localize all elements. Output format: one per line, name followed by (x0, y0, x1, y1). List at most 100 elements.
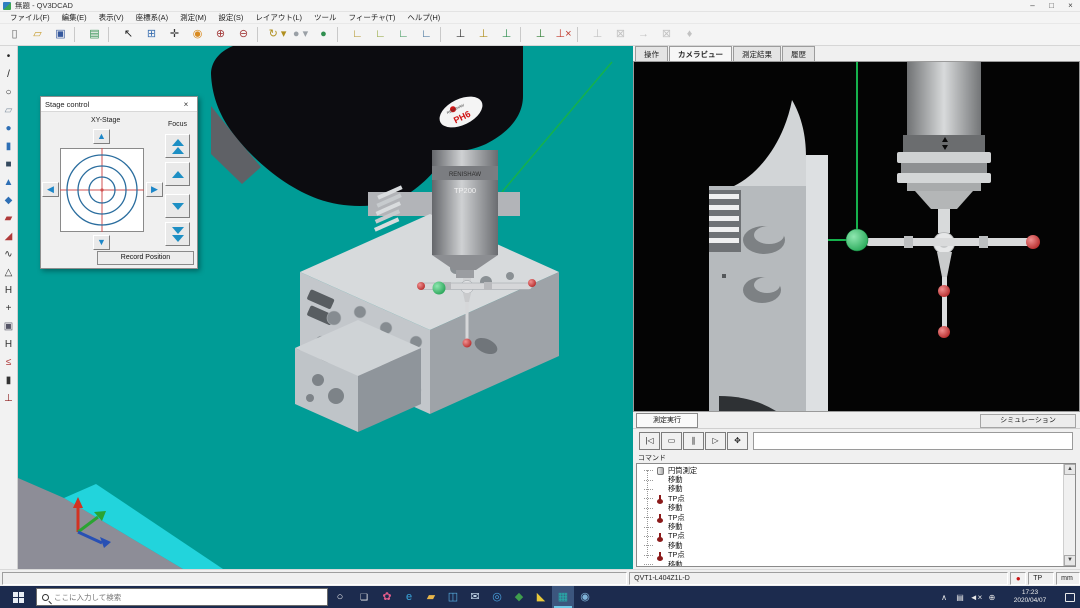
plane-pair-tool-icon[interactable]: ▰ (1, 210, 17, 228)
select-cursor-icon[interactable]: ↖ (117, 25, 140, 44)
solid-view-icon[interactable]: ● (312, 25, 335, 44)
cortana-icon[interactable]: ○ (328, 586, 352, 608)
probe-touch-icon[interactable]: ⊥ (495, 25, 518, 44)
play-button[interactable]: ▷ (705, 432, 726, 450)
triangle-tool-icon[interactable]: △ (1, 264, 17, 282)
menu-item[interactable]: 編集(E) (56, 12, 93, 24)
stage-up-button[interactable]: ▲ (93, 129, 110, 144)
cone-tool-icon[interactable]: ▲ (1, 174, 17, 192)
probe-move-icon[interactable]: ⊥ (529, 25, 552, 44)
swirl-app-icon[interactable]: ◉ (574, 586, 596, 608)
circle-tool-icon[interactable]: ○ (1, 84, 17, 102)
tray-network-icon[interactable]: ⊕ (984, 593, 1000, 602)
save-icon[interactable]: ▣ (49, 25, 72, 44)
curve-tool-icon[interactable]: ∿ (1, 246, 17, 264)
grid-off-icon[interactable]: ⊠ (655, 25, 678, 44)
separator[interactable] (337, 27, 344, 42)
menu-item[interactable]: フィーチャ(T) (343, 12, 402, 24)
scroll-up-icon[interactable]: ▲ (1064, 464, 1076, 475)
scroll-down-icon[interactable]: ▼ (1064, 555, 1076, 566)
go-start-button[interactable]: |◁ (639, 432, 660, 450)
report-icon[interactable]: ▤ (83, 25, 106, 44)
axis-view-3-icon[interactable]: ∟ (392, 25, 415, 44)
dialog-close-icon[interactable]: × (179, 100, 193, 109)
command-tree[interactable]: 円筒測定 移動 移動 (636, 463, 1076, 567)
stage-right-button[interactable]: ▶ (146, 182, 163, 197)
file-explorer-icon[interactable]: ▰ (420, 586, 442, 608)
menu-item[interactable]: 測定(M) (174, 12, 212, 24)
menu-item[interactable]: 座標系(A) (130, 12, 175, 24)
width-dim-tool-icon[interactable]: H (1, 336, 17, 354)
tree-item[interactable]: 円筒測定 (640, 466, 1061, 475)
photos-app-icon[interactable]: ✿ (376, 586, 398, 608)
cross-tool-icon[interactable]: + (1, 300, 17, 318)
tree-item[interactable]: 移動 (640, 475, 1061, 484)
plane-tool-icon[interactable]: ▱ (1, 102, 17, 120)
rotate-view-icon[interactable]: ↻ ▾ (266, 25, 289, 44)
tile-windows-icon[interactable]: ⊞ (140, 25, 163, 44)
stage-down-button[interactable]: ▼ (93, 235, 110, 250)
probe-icon[interactable]: ⊥ (449, 25, 472, 44)
menu-item[interactable]: ファイル(F) (4, 12, 56, 24)
stage-left-button[interactable]: ◀ (42, 182, 59, 197)
separator[interactable] (257, 27, 264, 42)
compare-tool-icon[interactable]: ≤ (1, 354, 17, 372)
tree-item[interactable]: 移動 (640, 485, 1061, 494)
jog-button[interactable]: ✥ (727, 432, 748, 450)
tab-operation[interactable]: 操作 (635, 46, 668, 61)
probe-locate-icon[interactable]: ⊥ (586, 25, 609, 44)
cancel-box-icon[interactable]: ⊠ (609, 25, 632, 44)
tree-item[interactable]: TP点 (640, 532, 1061, 541)
probe-config-icon[interactable]: ⊥ (472, 25, 495, 44)
taskbar-clock[interactable]: 17:23 2020/04/07 (1004, 589, 1056, 605)
point-tool-icon[interactable]: • (1, 48, 17, 66)
tree-item[interactable]: TP点 (640, 494, 1061, 503)
search-input[interactable] (54, 593, 284, 602)
close-button[interactable]: × (1061, 0, 1080, 12)
tree-item[interactable]: 移動 (640, 504, 1061, 513)
menu-item[interactable]: ツール (308, 12, 343, 24)
tray-chevron-icon[interactable]: ∧ (936, 593, 952, 602)
start-button[interactable] (0, 586, 36, 608)
focus-up-button[interactable] (165, 162, 190, 186)
battery-tool-icon[interactable]: ▮ (1, 372, 17, 390)
axis-view-1-icon[interactable]: ∟ (346, 25, 369, 44)
tree-item[interactable]: TP点 (640, 551, 1061, 560)
box-tool-icon[interactable]: ■ (1, 156, 17, 174)
tab-camera-view[interactable]: カメラビュー (669, 46, 732, 61)
separator[interactable] (74, 27, 81, 42)
task-view-icon[interactable]: ❏ (352, 586, 376, 608)
separator[interactable] (108, 27, 115, 42)
line-tool-icon[interactable]: / (1, 66, 17, 84)
camera-simulation-view[interactable] (633, 61, 1080, 412)
dialog-title-bar[interactable]: Stage control × (41, 97, 197, 112)
measure-execute-button[interactable]: 測定実行 (636, 413, 698, 428)
separator[interactable] (440, 27, 447, 42)
xy-stage-pad[interactable] (60, 148, 144, 232)
stage-control-dialog[interactable]: Stage control × XY-Stage Focus ▲ ▼ ◀ (40, 96, 198, 269)
axis-view-2-icon[interactable]: ∟ (369, 25, 392, 44)
tray-volume-icon[interactable]: ◄× (968, 593, 984, 602)
separator[interactable] (520, 27, 527, 42)
tree-item[interactable]: 移動 (640, 541, 1061, 550)
focus-down-fast-button[interactable] (165, 222, 190, 246)
probe-pin-tool-icon[interactable]: ⊥ (1, 390, 17, 408)
open-file-icon[interactable]: ▱ (26, 25, 49, 44)
zoom-out-icon[interactable]: ⊖ (232, 25, 255, 44)
cad-green-app-icon[interactable]: ◆ (508, 586, 530, 608)
shading-icon[interactable]: ● ▾ (289, 25, 312, 44)
edge-browser-icon[interactable]: e (398, 586, 420, 608)
record-position-button[interactable]: Record Position (97, 251, 194, 265)
cad-yellow-app-icon[interactable]: ◣ (530, 586, 552, 608)
angle-plane-tool-icon[interactable]: ◢ (1, 228, 17, 246)
axis-view-4-icon[interactable]: ∟ (415, 25, 438, 44)
focus-down-button[interactable] (165, 194, 190, 218)
minimize-button[interactable]: – (1023, 0, 1042, 12)
tree-item[interactable]: 移動 (640, 560, 1061, 567)
tab-results[interactable]: 測定結果 (733, 46, 781, 61)
monitor-tool-icon[interactable]: ▣ (1, 318, 17, 336)
tab-history[interactable]: 履歴 (782, 46, 815, 61)
taskbar-search[interactable] (36, 588, 328, 606)
menu-item[interactable]: レイアウト(L) (249, 12, 308, 24)
store-app-icon[interactable]: ◫ (442, 586, 464, 608)
